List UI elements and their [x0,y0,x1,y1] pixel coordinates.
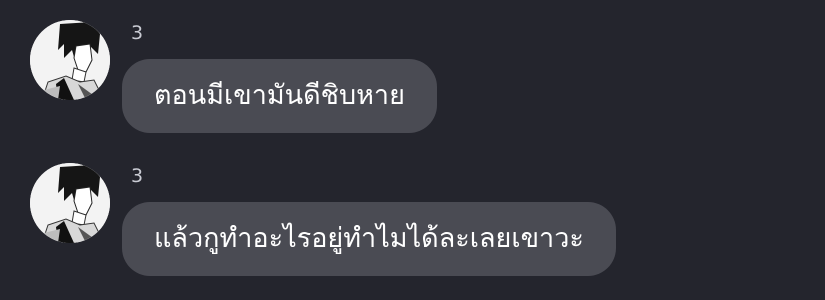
message-bubble[interactable]: ตอนมีเขามันดีชิบหาย [122,59,437,133]
sender-name: 3 [131,22,144,44]
sender-name: 3 [131,165,144,187]
message-bubble[interactable]: แล้วกูทำอะไรอยู่ทำไมได้ละเลยเขาวะ [122,202,616,276]
chat-thread: 3 ตอนมีเขามันดีชิบหาย 3 แล้วกูทำอะไรอยู่… [0,0,825,300]
user-avatar-icon[interactable] [30,163,110,243]
user-avatar-icon[interactable] [30,20,110,100]
